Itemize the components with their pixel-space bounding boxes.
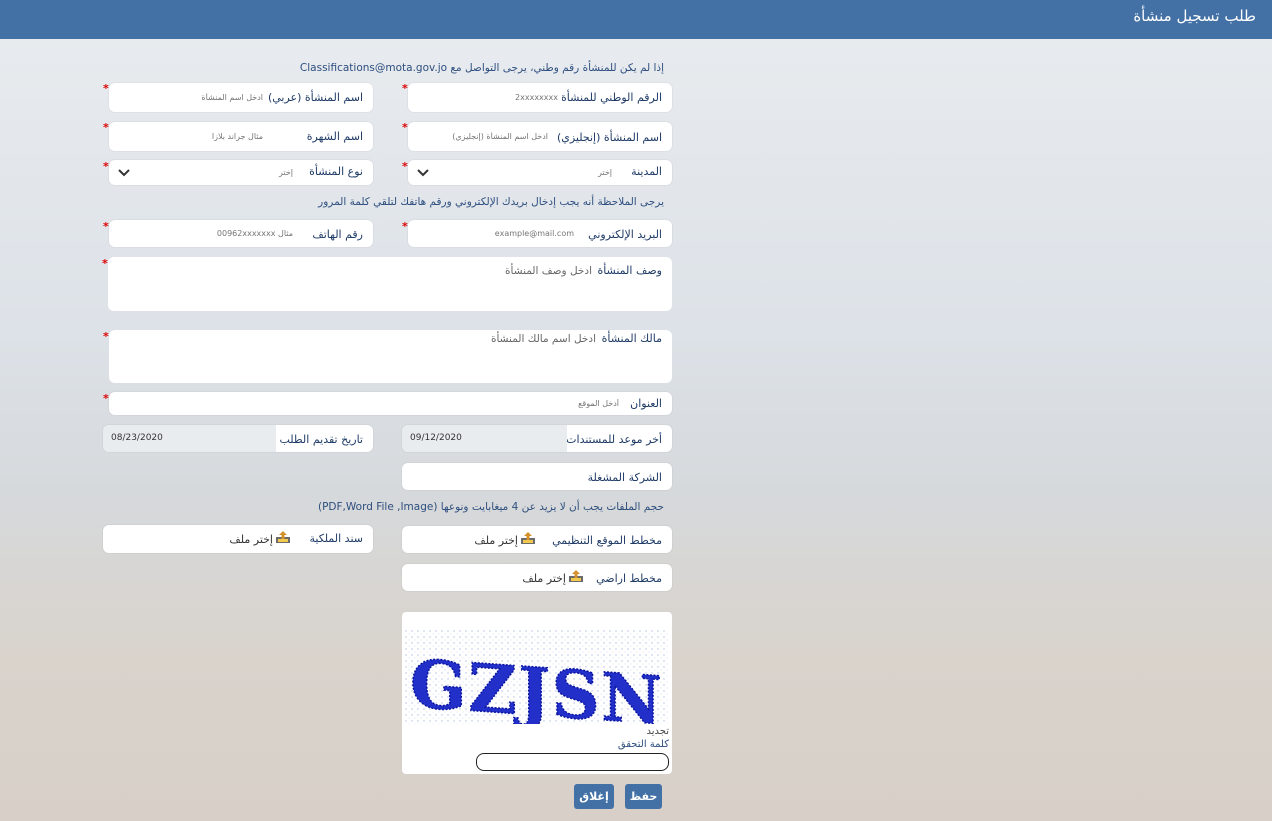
files-note: حجم الملفات يجب أن لا يزيد عن 4 ميغابايت… [317,501,664,513]
required-marker: * [402,220,408,233]
required-marker: * [103,82,109,95]
facility-type-label: نوع المنشأة [309,165,363,178]
deadline-field: أخر موعد للمستندات 09/12/2020 [402,425,672,452]
facility-type-select[interactable]: نوع المنشأة إختر [109,160,373,185]
submission-date-value: 08/23/2020 [103,425,276,452]
phone-field: رقم الهاتف [109,220,373,247]
facility-type-selected-value: إختر [279,168,293,177]
captcha-image: GZJSN [405,630,669,724]
national-number-label: الرقم الوطني للمنشأة [561,91,662,104]
ownership-deed-choose-file[interactable]: إختر ملف [229,533,273,546]
chevron-down-icon [417,169,429,177]
ownership-deed-label: سند الملكية [309,532,363,545]
city-label: المدينة [631,165,662,178]
site-plan-upload[interactable]: مخطط الموقع التنظيمي إختر ملف [402,526,672,553]
close-button[interactable]: إغلاق [574,784,614,809]
phone-label: رقم الهاتف [312,228,363,241]
brand-name-input[interactable] [111,124,267,149]
address-field: العنوان [109,392,672,415]
page-header: طلب تسجيل منشأة [0,0,1272,39]
site-plan-choose-file[interactable]: إختر ملف [474,534,518,547]
brand-name-label: اسم الشهرة [306,130,363,143]
submission-date-field: تاريخ تقديم الطلب 08/23/2020 [103,425,373,452]
email-input[interactable] [412,222,578,245]
upload-icon [521,532,535,544]
required-marker: * [102,257,108,270]
captcha-input[interactable] [476,753,669,771]
deadline-label: أخر موعد للمستندات [566,433,662,446]
deadline-value: 09/12/2020 [402,425,567,452]
required-marker: * [402,160,408,173]
description-placeholder: ادخل وصف المنشأة [505,265,592,277]
required-marker: * [103,220,109,233]
upload-icon [569,570,583,582]
national-number-field: الرقم الوطني للمنشأة [408,83,672,112]
operator-label: الشركة المشغلة [587,471,662,484]
page-title: طلب تسجيل منشأة [1133,7,1256,25]
city-select[interactable]: المدينة إختر [408,160,672,185]
captcha-refresh-link[interactable]: تجديد [646,726,669,737]
contact-note: يرجى الملاحظة أنه يجب إدخال بريدك الإلكت… [318,196,664,208]
city-selected-value: إختر [598,168,612,177]
submission-date-label: تاريخ تقديم الطلب [279,433,363,446]
email-label: البريد الإلكتروني [588,228,662,241]
name-en-input[interactable] [412,124,552,149]
required-marker: * [103,330,109,343]
captcha-label: كلمة التحقق [617,739,669,750]
upload-icon [276,531,290,543]
site-plan-label: مخطط الموقع التنظيمي [552,534,662,547]
chevron-down-icon [118,169,130,177]
captcha-panel: GZJSN تجديد كلمة التحقق [402,612,672,774]
national-number-input[interactable] [412,85,562,110]
name-en-field: اسم المنشأة (إنجليزي) [408,122,672,151]
land-plan-upload[interactable]: مخطط اراضي إختر ملف [402,564,672,591]
land-plan-label: مخطط اراضي [596,572,662,585]
required-marker: * [402,82,408,95]
operator-field[interactable]: الشركة المشغلة [402,463,672,490]
description-label: وصف المنشأة [597,264,662,277]
name-ar-field: اسم المنشأة (عربي) [109,83,373,112]
land-plan-choose-file[interactable]: إختر ملف [522,572,566,585]
ownership-deed-upload[interactable]: سند الملكية إختر ملف [103,525,373,553]
save-button[interactable]: حفظ [625,784,662,809]
name-en-label: اسم المنشأة (إنجليزي) [556,131,662,144]
email-field: البريد الإلكتروني [408,220,672,247]
phone-input[interactable] [111,222,297,245]
required-marker: * [402,121,408,134]
name-ar-label: اسم المنشأة (عربي) [267,91,363,104]
required-marker: * [103,160,109,173]
required-marker: * [103,121,109,134]
brand-name-field: اسم الشهرة [109,122,373,151]
name-ar-input[interactable] [111,85,267,110]
address-label: العنوان [630,397,662,410]
required-marker: * [103,392,109,405]
owner-textarea[interactable]: مالك المنشأة ادخل اسم مالك المنشأة [109,330,672,383]
national-number-note: إذا لم يكن للمنشأة رقم وطني، يرجى التواص… [299,62,664,74]
description-textarea[interactable]: وصف المنشأة ادخل وصف المنشأة [108,257,672,311]
owner-label: مالك المنشأة [601,332,662,345]
address-input[interactable] [113,394,623,413]
owner-placeholder: ادخل اسم مالك المنشأة [490,333,596,345]
